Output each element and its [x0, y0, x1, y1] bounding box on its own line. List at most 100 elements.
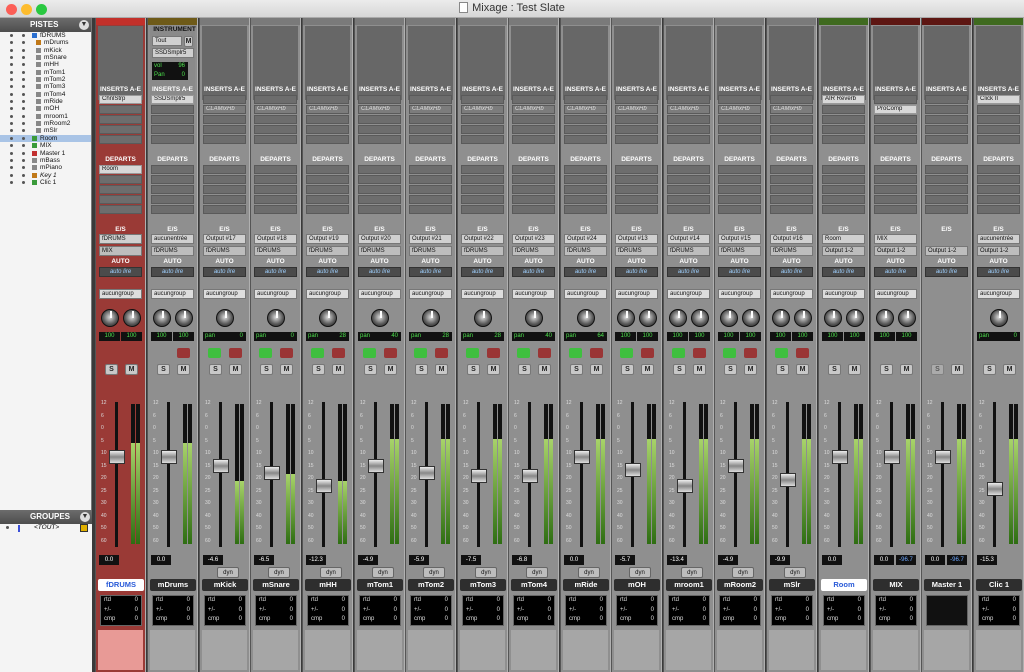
pan-right-knob[interactable] — [123, 309, 141, 327]
track-name[interactable]: mRoom2 — [717, 579, 763, 591]
send-slot[interactable] — [461, 205, 504, 214]
track-active-dot[interactable] — [10, 122, 13, 126]
insert-slot[interactable] — [358, 115, 401, 124]
track-show-dot[interactable] — [22, 151, 25, 155]
insert-slot[interactable] — [977, 115, 1020, 124]
mute-button[interactable]: M — [744, 364, 757, 375]
record-arm-button[interactable] — [796, 348, 809, 358]
insert-slot[interactable] — [512, 115, 555, 124]
insert-slot[interactable] — [306, 135, 349, 144]
send-slot[interactable] — [409, 185, 452, 194]
insert-slot[interactable] — [358, 125, 401, 134]
solo-button[interactable]: S — [312, 364, 325, 375]
group-selector[interactable]: aucungroup — [874, 289, 917, 299]
insert-slot[interactable]: CLAMixHb — [358, 105, 401, 114]
volume-fader[interactable] — [625, 463, 641, 478]
record-arm-button[interactable] — [744, 348, 757, 358]
track-show-dot[interactable] — [22, 129, 25, 133]
insert-slot[interactable] — [925, 125, 968, 134]
send-slot[interactable] — [977, 185, 1020, 194]
send-slot[interactable] — [770, 185, 813, 194]
insert-slot[interactable] — [461, 95, 504, 104]
insert-slot[interactable] — [306, 95, 349, 104]
dyn-button[interactable]: dyn — [475, 567, 497, 578]
track-list-item[interactable]: Room — [0, 134, 91, 143]
input-selector[interactable]: Output #23 — [512, 234, 555, 244]
input-monitor-button[interactable] — [620, 348, 633, 358]
dyn-button[interactable]: dyn — [423, 567, 445, 578]
pan-left-knob[interactable] — [153, 309, 171, 327]
insert-slot[interactable] — [615, 125, 658, 134]
send-slot[interactable] — [358, 165, 401, 174]
instrument-m-button[interactable]: M — [184, 36, 193, 47]
track-list-item[interactable]: mKick — [0, 47, 91, 54]
send-slot[interactable] — [461, 165, 504, 174]
send-slot[interactable] — [564, 185, 607, 194]
mute-button[interactable]: M — [229, 364, 242, 375]
send-slot[interactable] — [409, 195, 452, 204]
group-selector[interactable]: aucungroup — [99, 289, 142, 299]
record-arm-button[interactable] — [641, 348, 654, 358]
send-slot[interactable] — [358, 205, 401, 214]
send-slot[interactable] — [512, 175, 555, 184]
record-arm-button[interactable] — [177, 348, 190, 358]
output-selector[interactable]: fDRUMS — [564, 246, 607, 256]
track-active-dot[interactable] — [10, 41, 13, 45]
input-selector[interactable]: Output #14 — [667, 234, 710, 244]
output-selector[interactable]: Output 1-2 — [925, 246, 968, 256]
track-list-item[interactable]: mBass — [0, 157, 91, 164]
track-show-dot[interactable] — [22, 41, 25, 45]
track-active-dot[interactable] — [10, 63, 13, 67]
insert-slot[interactable]: CLAMixHb — [306, 105, 349, 114]
send-slot[interactable] — [99, 185, 142, 194]
send-slot[interactable] — [615, 195, 658, 204]
mute-button[interactable]: M — [1003, 364, 1016, 375]
send-slot[interactable] — [254, 175, 297, 184]
solo-button[interactable]: S — [157, 364, 170, 375]
automation-mode-selector[interactable]: auto lire — [254, 267, 297, 277]
mute-button[interactable]: M — [332, 364, 345, 375]
track-show-dot[interactable] — [22, 92, 25, 96]
record-arm-button[interactable] — [435, 348, 448, 358]
insert-slot[interactable] — [667, 115, 710, 124]
send-slot[interactable] — [718, 165, 761, 174]
output-selector[interactable]: fDRUMS — [254, 246, 297, 256]
groups-panel-menu-button[interactable]: ▼ — [80, 512, 90, 522]
insert-slot[interactable] — [461, 135, 504, 144]
tracks-panel-menu-button[interactable]: ▼ — [79, 20, 89, 30]
insert-slot[interactable] — [822, 125, 865, 134]
track-name[interactable]: mOH — [614, 579, 660, 591]
mute-button[interactable]: M — [796, 364, 809, 375]
pan-knob[interactable] — [577, 309, 595, 327]
track-name[interactable]: Clic 1 — [976, 579, 1022, 591]
send-slot[interactable] — [874, 185, 917, 194]
solo-button[interactable]: S — [415, 364, 428, 375]
send-slot[interactable] — [718, 205, 761, 214]
pan-knob[interactable] — [990, 309, 1008, 327]
automation-mode-selector[interactable]: auto lire — [977, 267, 1020, 277]
volume-fader[interactable] — [780, 472, 796, 487]
input-monitor-button[interactable] — [259, 348, 272, 358]
insert-slot[interactable] — [718, 95, 761, 104]
insert-slot[interactable]: SSDSmplr5 — [151, 95, 194, 104]
send-slot[interactable] — [822, 175, 865, 184]
input-selector[interactable]: Output #15 — [718, 234, 761, 244]
solo-button[interactable]: S — [105, 364, 118, 375]
send-slot[interactable] — [822, 165, 865, 174]
send-slot[interactable] — [461, 185, 504, 194]
track-name[interactable]: mSnare — [253, 579, 299, 591]
insert-slot[interactable] — [151, 135, 194, 144]
send-slot[interactable] — [564, 205, 607, 214]
pan-left-knob[interactable] — [669, 309, 687, 327]
pan-right-knob[interactable] — [742, 309, 760, 327]
dyn-button[interactable]: dyn — [217, 567, 239, 578]
volume-fader[interactable] — [884, 450, 900, 465]
group-selector[interactable]: aucungroup — [254, 289, 297, 299]
volume-fader[interactable] — [161, 450, 177, 465]
output-selector[interactable]: fDRUMS — [512, 246, 555, 256]
volume-fader[interactable] — [368, 459, 384, 474]
send-slot[interactable] — [770, 165, 813, 174]
send-slot[interactable] — [151, 205, 194, 214]
insert-slot[interactable] — [822, 105, 865, 114]
volume-fader[interactable] — [264, 466, 280, 480]
